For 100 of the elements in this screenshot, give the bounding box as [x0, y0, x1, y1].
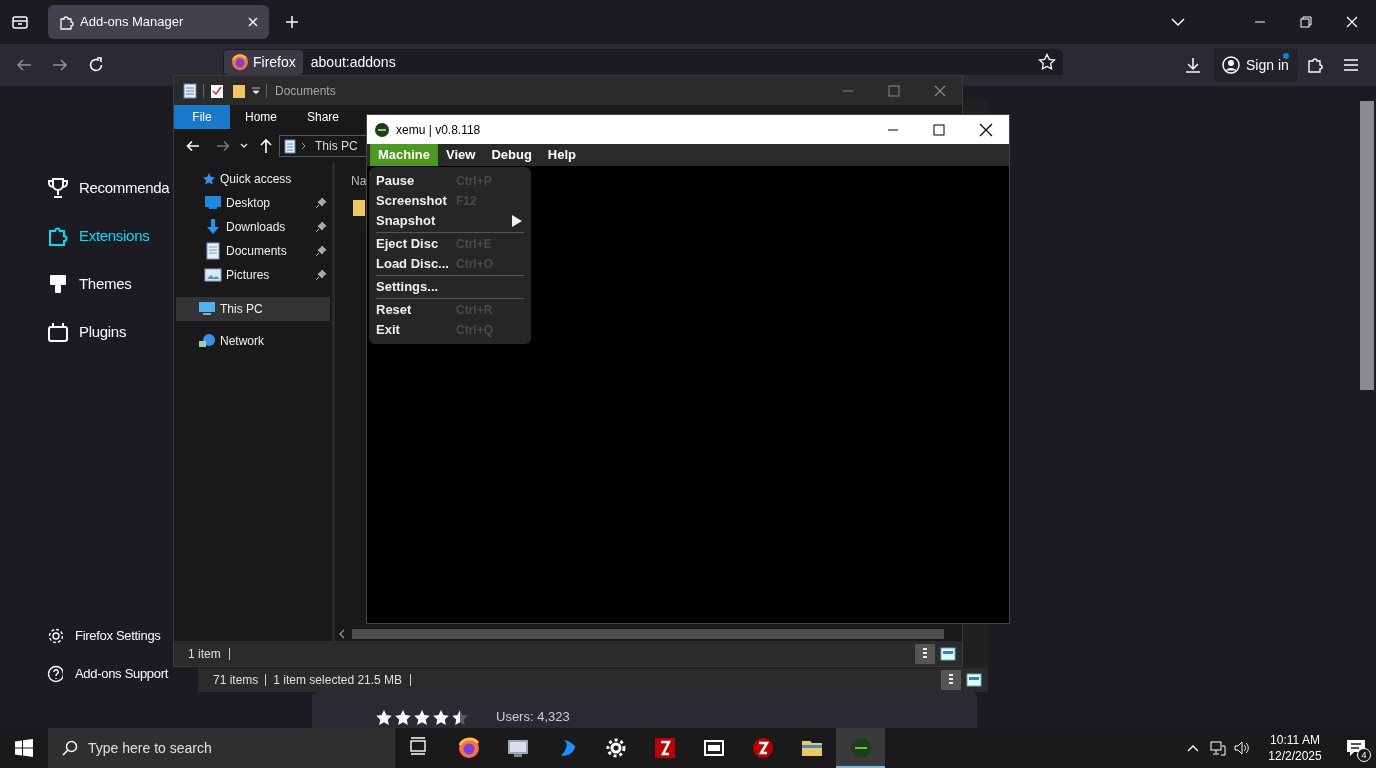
emulator-icon[interactable] — [848, 736, 873, 760]
maximize-icon[interactable] — [933, 123, 945, 136]
restore-icon[interactable] — [1300, 16, 1312, 28]
category-item[interactable]: Plugins — [46, 308, 127, 356]
status-text: 1 item selected 21.5 MB — [273, 672, 403, 689]
folder-icon — [353, 200, 365, 216]
notification-count: 4 — [1357, 748, 1371, 762]
scrollbar-thumb[interactable] — [352, 629, 944, 639]
nav-item[interactable]: Pictures — [176, 263, 330, 287]
category-item[interactable]: Themes — [46, 260, 132, 308]
puzzle-icon — [46, 224, 70, 248]
tab-title: Add-ons Manager — [80, 13, 185, 32]
nav-item[interactable]: Desktop — [176, 191, 330, 215]
back-icon[interactable] — [185, 138, 201, 154]
checklist-icon[interactable] — [210, 82, 224, 99]
network-icon[interactable] — [1210, 740, 1226, 756]
nav-item[interactable]: Documents — [176, 239, 330, 263]
network-icon — [198, 333, 216, 349]
pin-icon — [315, 197, 327, 209]
addon-card[interactable]: Users: 4,323 — [312, 692, 977, 728]
menu-item[interactable]: View — [438, 144, 484, 166]
trophy-icon — [46, 176, 70, 200]
nav-item[interactable]: Quick access — [176, 167, 330, 191]
pin-icon — [315, 269, 327, 281]
document-icon — [284, 138, 296, 154]
notification-button[interactable]: 4 — [1336, 728, 1376, 768]
submenu-arrow-icon — [512, 215, 522, 227]
nav-item[interactable]: This PC — [176, 297, 330, 321]
status-text: 1 item — [188, 645, 221, 663]
identity-chip[interactable]: Firefox — [224, 49, 303, 75]
menu-item[interactable]: Debug — [483, 144, 540, 166]
menu-icon[interactable] — [1342, 57, 1359, 73]
star-icon[interactable] — [1038, 53, 1056, 71]
close-icon[interactable] — [979, 122, 993, 137]
details-view-icon[interactable] — [941, 670, 961, 690]
category-item[interactable]: Extensions — [46, 212, 150, 260]
puzzle-icon — [58, 14, 74, 30]
forward-icon[interactable] — [215, 138, 231, 154]
app-logo-icon — [375, 122, 389, 137]
new-tab-icon[interactable] — [284, 14, 300, 30]
star-icon — [202, 172, 216, 186]
category-item[interactable]: Recommenda — [46, 164, 170, 212]
account-icon — [1222, 56, 1240, 74]
clock[interactable]: 10:11 AM 12/2/2025 — [1260, 732, 1330, 764]
address-field[interactable]: This PC — [279, 135, 369, 157]
computer-icon — [198, 301, 216, 317]
window-title: Documents — [275, 82, 336, 100]
start-icon[interactable] — [15, 739, 33, 757]
ribbon-tab[interactable]: Home — [230, 105, 292, 129]
browser-icon[interactable] — [456, 736, 481, 760]
sidebar-link[interactable]: Firefox Settings — [47, 624, 161, 648]
dropdown-icon[interactable] — [251, 85, 261, 96]
ribbon-tab[interactable]: File — [174, 105, 230, 129]
window-title: xemu | v0.8.118 — [396, 121, 482, 139]
pin-icon — [315, 221, 327, 233]
menu-item[interactable]: Machine — [370, 144, 438, 166]
chevron-right-icon — [301, 142, 307, 150]
help-icon — [47, 665, 63, 683]
sidebar-link[interactable]: Add-ons Support — [47, 662, 169, 686]
star-icon — [413, 709, 431, 727]
plugin-icon — [46, 320, 70, 344]
chevron-left-icon — [338, 629, 346, 639]
column-header[interactable]: Na — [351, 172, 367, 190]
tiles-view-icon[interactable] — [966, 673, 982, 687]
address-bar[interactable]: Firefox about:addons — [223, 49, 1063, 75]
browser-logo-icon — [231, 53, 249, 71]
up-icon[interactable] — [259, 138, 273, 154]
pin-icon — [315, 245, 327, 257]
reload-icon[interactable] — [87, 56, 105, 74]
star-icon — [394, 709, 412, 727]
user-count: Users: 4,323 — [496, 709, 570, 725]
download-icon[interactable] — [1184, 56, 1202, 74]
nav-item[interactable]: Downloads — [176, 215, 330, 239]
status-text: 71 items — [213, 672, 259, 689]
search-field[interactable]: Type here to search — [48, 728, 395, 768]
details-view-icon[interactable] — [915, 643, 935, 664]
nav-item[interactable]: Network — [176, 329, 330, 353]
gear-icon — [47, 627, 63, 645]
volume-icon[interactable] — [1234, 740, 1250, 756]
menu-item[interactable]: Help — [539, 144, 585, 166]
desktop-icon — [204, 194, 222, 212]
browser-tab[interactable]: Add-ons Manager — [48, 5, 269, 39]
search-input[interactable]: Type here to search — [88, 737, 368, 759]
menu-option[interactable]: Snapshot — [376, 211, 524, 231]
half-star-icon — [451, 709, 469, 727]
extensions-icon[interactable] — [1305, 56, 1324, 74]
document-icon[interactable] — [183, 82, 197, 99]
star-icon — [375, 709, 393, 727]
menu-option[interactable]: Settings... — [376, 277, 524, 297]
star-icon — [432, 709, 450, 727]
picture-icon — [204, 266, 222, 284]
ribbon-tab[interactable]: Share — [292, 105, 355, 129]
sign-in-button[interactable]: Sign in — [1214, 48, 1297, 82]
download-icon — [204, 218, 222, 236]
scrollbar-thumb[interactable] — [1360, 101, 1374, 390]
search-icon — [62, 740, 78, 756]
tiles-view-icon[interactable] — [940, 646, 956, 661]
folder-icon[interactable] — [232, 82, 246, 99]
chevron-down-icon[interactable] — [239, 141, 249, 151]
url-text: about:addons — [310, 52, 397, 72]
